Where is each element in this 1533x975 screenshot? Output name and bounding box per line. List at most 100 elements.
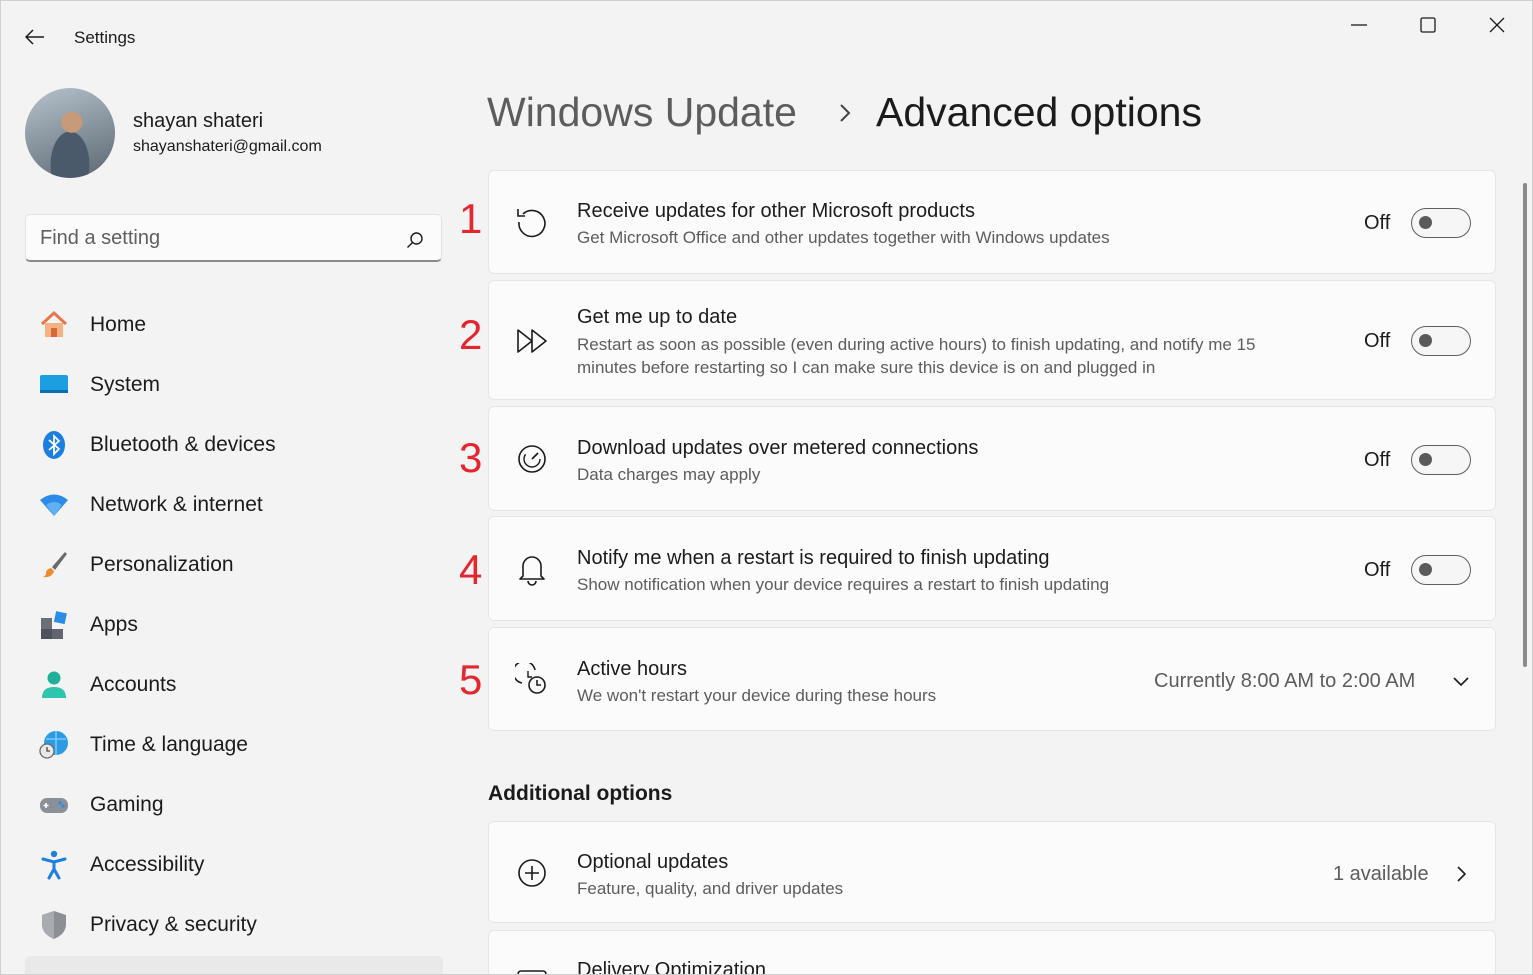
annotation-marker: 2: [459, 311, 483, 358]
accessibility-icon: [37, 848, 71, 882]
delivery-icon: [515, 967, 549, 974]
sidebar-item-accessibility[interactable]: Accessibility: [25, 835, 443, 895]
other-products-toggle[interactable]: [1411, 208, 1471, 238]
sidebar-item-label: Privacy & security: [90, 913, 257, 936]
notify-restart-toggle[interactable]: [1411, 555, 1471, 585]
section-heading: Additional options: [488, 782, 673, 805]
optional-updates-count: 1 available: [1333, 863, 1429, 885]
maximize-button[interactable]: [1400, 9, 1456, 41]
minimize-icon: [1351, 24, 1367, 26]
optional-updates-card[interactable]: Optional updates Feature, quality, and d…: [488, 821, 1496, 923]
sidebar-item-apps[interactable]: Apps: [25, 595, 443, 655]
setting-description: Show notification when your device requi…: [577, 575, 1110, 594]
setting-title: Notify me when a restart is required to …: [577, 547, 1050, 569]
close-icon: [1489, 17, 1505, 33]
annotation-marker: 1: [459, 195, 483, 242]
back-button[interactable]: [19, 23, 51, 51]
search-icon[interactable]: [406, 231, 424, 249]
setting-title: Delivery Optimization: [577, 959, 766, 975]
setting-card-other-products: Receive updates for other Microsoft prod…: [488, 170, 1496, 274]
plus-circle-icon: [515, 856, 549, 890]
sidebar-item-partial[interactable]: [25, 956, 443, 974]
setting-title: Active hours: [577, 658, 688, 680]
sidebar-item-label: Accounts: [90, 673, 177, 696]
setting-description: Get Microsoft Office and other updates t…: [577, 228, 1110, 247]
fast-forward-icon: [515, 324, 549, 358]
sidebar-item-label: Network & internet: [90, 493, 263, 516]
apps-icon: [37, 608, 71, 642]
avatar[interactable]: [25, 88, 115, 178]
maximize-icon: [1420, 17, 1436, 33]
setting-card-metered: Download updates over metered connection…: [488, 406, 1496, 511]
user-name: shayan shateri: [133, 110, 264, 132]
scrollbar-thumb[interactable]: [1523, 183, 1527, 667]
sidebar-item-label: Gaming: [90, 793, 164, 816]
sidebar-item-label: Home: [90, 313, 147, 336]
setting-card-notify-restart: Notify me when a restart is required to …: [488, 516, 1496, 621]
sidebar-item-gaming[interactable]: Gaming: [25, 775, 443, 835]
wifi-icon: [37, 488, 71, 522]
setting-card-get-me-up-to-date: Get me up to date Restart as soon as pos…: [488, 280, 1496, 400]
sidebar-item-bluetooth[interactable]: Bluetooth & devices: [25, 415, 443, 475]
active-hours-value: Currently 8:00 AM to 2:00 AM: [1154, 670, 1416, 692]
get-me-up-to-date-toggle[interactable]: [1411, 326, 1471, 356]
chevron-right-icon: [1457, 866, 1467, 882]
home-icon: [37, 308, 71, 342]
account-icon: [37, 668, 71, 702]
chevron-right-icon: [840, 104, 851, 122]
sidebar-item-label: Accessibility: [90, 853, 205, 876]
gauge-icon: [515, 442, 549, 476]
setting-description: We won't restart your device during thes…: [577, 686, 937, 705]
sidebar-item-label: Personalization: [90, 553, 234, 576]
annotation-marker: 4: [459, 546, 483, 593]
delivery-optimization-card[interactable]: Delivery Optimization: [488, 930, 1496, 975]
setting-title: Optional updates: [577, 851, 729, 873]
search-box[interactable]: [25, 214, 442, 262]
setting-description: Restart as soon as possible (even during…: [577, 335, 1256, 377]
sidebar-nav: Home System Bluetooth & devices Network …: [25, 295, 443, 955]
setting-description: Data charges may apply: [577, 465, 761, 484]
sidebar-item-home[interactable]: Home: [25, 295, 443, 355]
minimize-button[interactable]: [1331, 9, 1387, 41]
toggle-state-label: Off: [1364, 212, 1391, 234]
metered-connections-toggle[interactable]: [1411, 445, 1471, 475]
sidebar-item-system[interactable]: System: [25, 355, 443, 415]
setting-title: Get me up to date: [577, 306, 738, 328]
setting-card-active-hours[interactable]: Active hours We won't restart your devic…: [488, 627, 1496, 731]
active-hours-icon: [515, 663, 549, 697]
sidebar-item-time-language[interactable]: Time & language: [25, 715, 443, 775]
setting-title: Receive updates for other Microsoft prod…: [577, 200, 975, 222]
settings-window: Settings shayan shateri shayanshateri@gm…: [0, 0, 1533, 975]
sidebar-item-label: Time & language: [90, 733, 248, 756]
annotation-marker: 5: [459, 656, 483, 703]
bluetooth-icon: [37, 428, 71, 462]
sidebar-item-network[interactable]: Network & internet: [25, 475, 443, 535]
gamepad-icon: [37, 788, 71, 822]
app-title: Settings: [74, 28, 136, 47]
setting-title: Download updates over metered connection…: [577, 437, 979, 459]
toggle-state-label: Off: [1364, 330, 1391, 352]
sidebar-item-label: Apps: [90, 613, 138, 636]
search-input[interactable]: [40, 223, 400, 253]
sidebar-item-label: Bluetooth & devices: [90, 433, 276, 456]
user-email: shayanshateri@gmail.com: [133, 138, 322, 155]
shield-icon: [37, 908, 71, 942]
back-arrow-icon: [25, 29, 44, 45]
annotation-marker: 3: [459, 434, 483, 481]
setting-description: Feature, quality, and driver updates: [577, 879, 844, 898]
toggle-state-label: Off: [1364, 449, 1391, 471]
close-button[interactable]: [1469, 9, 1525, 41]
bell-icon: [515, 552, 549, 586]
sidebar-item-accounts[interactable]: Accounts: [25, 655, 443, 715]
globe-clock-icon: [37, 728, 71, 762]
page-title: Advanced options: [876, 89, 1202, 135]
brush-icon: [37, 548, 71, 582]
sidebar-item-label: System: [90, 373, 161, 396]
chevron-down-icon[interactable]: [1451, 671, 1471, 691]
breadcrumb-parent[interactable]: Windows Update: [487, 89, 797, 136]
toggle-state-label: Off: [1364, 559, 1391, 581]
sidebar-item-personalization[interactable]: Personalization: [25, 535, 443, 595]
system-icon: [37, 368, 71, 402]
refresh-icon: [515, 205, 549, 239]
sidebar-item-privacy[interactable]: Privacy & security: [25, 895, 443, 955]
